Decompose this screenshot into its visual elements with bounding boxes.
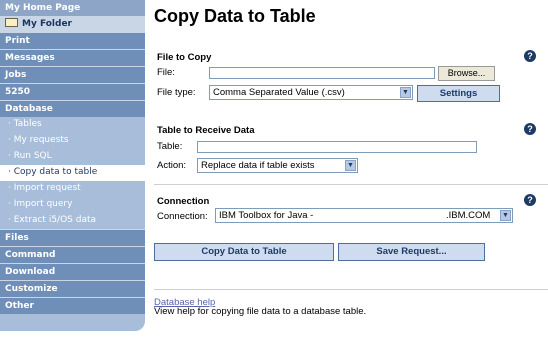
sidebar-sub-my-requests[interactable]: · My requests [0, 133, 145, 149]
sidebar-sub-run-sql[interactable]: · Run SQL [0, 149, 145, 165]
sidebar-item-messages[interactable]: Messages [0, 49, 145, 66]
sidebar-my-folder[interactable]: My Folder [0, 16, 145, 32]
sidebar-item-5250[interactable]: 5250 [0, 83, 145, 100]
page-title: Copy Data to Table [154, 6, 316, 26]
sidebar-item-print[interactable]: Print [0, 32, 145, 49]
file-type-value: Comma Separated Value (.csv) [213, 87, 345, 98]
sidebar-item-customize[interactable]: Customize [0, 280, 145, 297]
sidebar-sub-copy-data[interactable]: · Copy data to table [0, 165, 145, 181]
connection-heading: Connection [157, 196, 210, 207]
action-label: Action: [157, 160, 187, 171]
section-divider [154, 184, 548, 185]
help-description: View help for copying file data to a dat… [154, 306, 367, 317]
sidebar-item-database[interactable]: Database [0, 100, 145, 117]
connection-value-suffix: .IBM.COM [446, 210, 491, 221]
sidebar-home[interactable]: My Home Page [0, 0, 145, 16]
file-type-label: File type: [157, 87, 196, 98]
sidebar-item-other[interactable]: Other [0, 297, 145, 314]
sidebar-sub-import-query[interactable]: · Import query [0, 197, 145, 213]
sidebar-home-label: My Home Page [5, 3, 81, 13]
sidebar-item-command[interactable]: Command [0, 246, 145, 263]
table-input[interactable] [197, 141, 477, 153]
sidebar-sub-import-request[interactable]: · Import request [0, 181, 145, 197]
sidebar-sub-extract[interactable]: · Extract i5/OS data [0, 213, 145, 229]
connection-label: Connection: [157, 211, 208, 222]
sidebar-item-download[interactable]: Download [0, 263, 145, 280]
help-icon[interactable]: ? [524, 50, 536, 62]
file-to-copy-heading: File to Copy [157, 52, 212, 63]
file-label: File: [157, 67, 175, 78]
settings-button[interactable]: Settings [417, 85, 500, 102]
sidebar-item-files[interactable]: Files [0, 229, 145, 246]
table-label: Table: [157, 141, 183, 152]
action-select[interactable]: Replace data if table exists ▼ [197, 158, 358, 173]
file-input[interactable] [209, 67, 435, 79]
help-icon[interactable]: ? [524, 194, 536, 206]
sidebar: My Home Page My Folder Print Messages Jo… [0, 0, 145, 339]
save-request-button[interactable]: Save Request... [338, 243, 485, 261]
chevron-down-icon: ▼ [345, 160, 356, 171]
browse-button[interactable]: Browse... [438, 66, 495, 81]
sidebar-sub-tables[interactable]: · Tables [0, 117, 145, 133]
help-icon[interactable]: ? [524, 123, 536, 135]
action-value: Replace data if table exists [201, 160, 315, 171]
connection-select[interactable]: IBM Toolbox for Java - .IBM.COM ▼ [215, 208, 513, 223]
folder-icon [5, 18, 18, 27]
table-to-receive-heading: Table to Receive Data [157, 125, 255, 136]
sidebar-footer [0, 314, 145, 331]
copy-data-button[interactable]: Copy Data to Table [154, 243, 334, 261]
sidebar-item-jobs[interactable]: Jobs [0, 66, 145, 83]
sidebar-folder-label: My Folder [22, 19, 72, 29]
chevron-down-icon: ▼ [400, 87, 411, 98]
footer-divider [154, 289, 548, 290]
connection-value: IBM Toolbox for Java - [219, 210, 314, 221]
chevron-down-icon: ▼ [500, 210, 511, 221]
file-type-select[interactable]: Comma Separated Value (.csv) ▼ [209, 85, 413, 100]
